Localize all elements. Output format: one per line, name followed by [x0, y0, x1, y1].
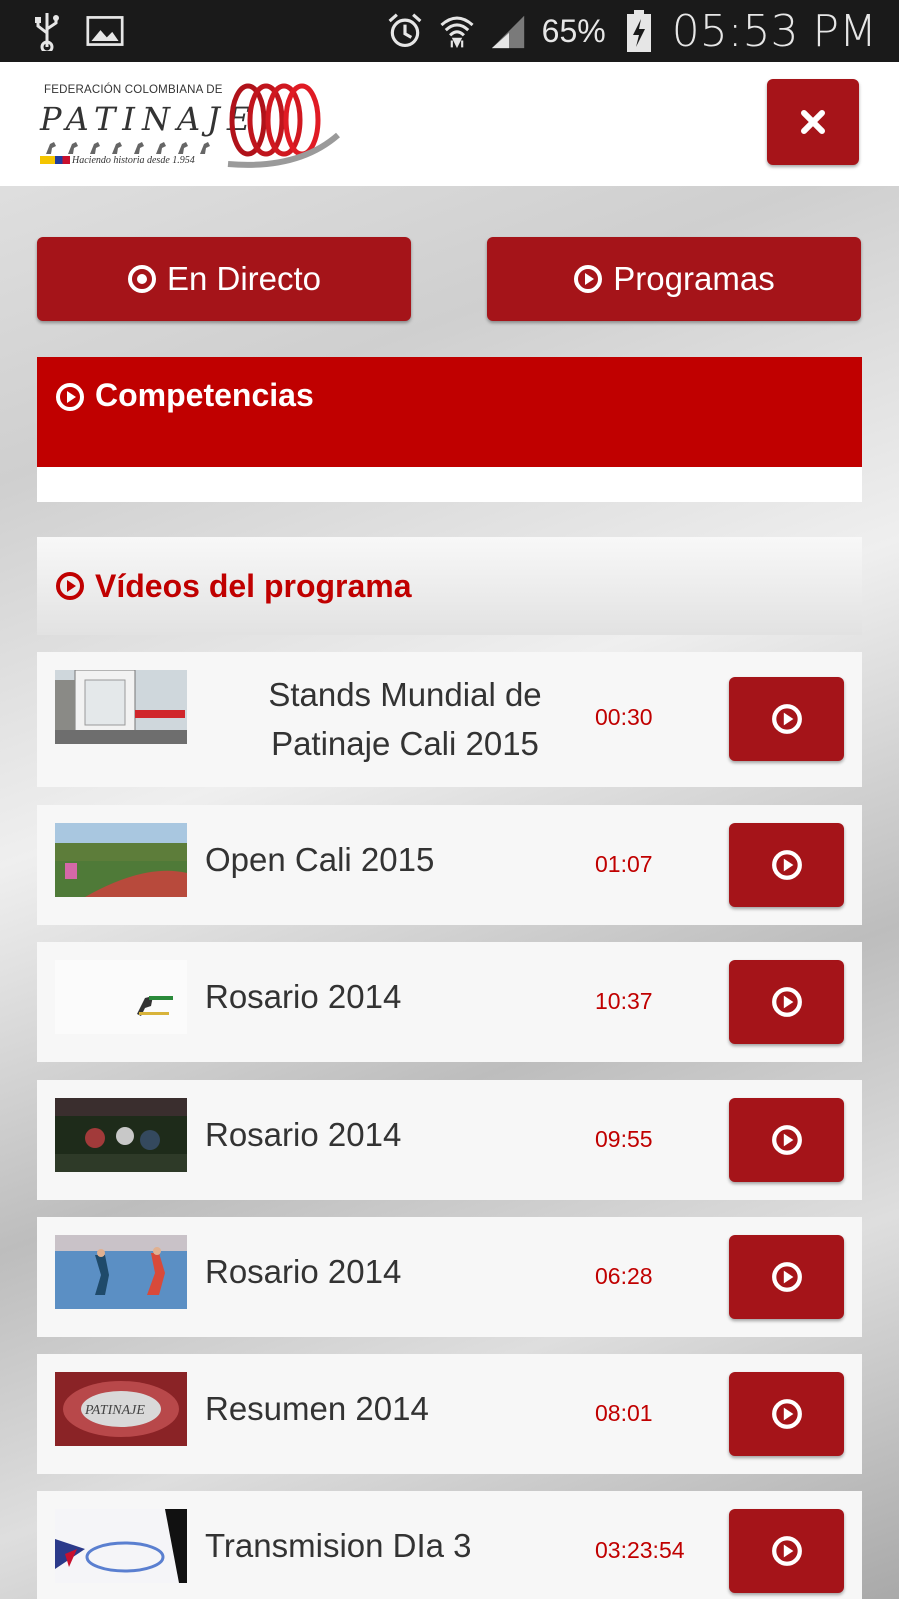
- play-button[interactable]: [729, 1098, 844, 1182]
- play-circle-icon: [573, 264, 603, 294]
- video-item[interactable]: Stands Mundial de Patinaje Cali 2015 00:…: [37, 652, 862, 787]
- close-button[interactable]: [767, 79, 859, 165]
- video-thumbnail[interactable]: [55, 960, 187, 1034]
- video-item[interactable]: Rosario 2014 10:37: [37, 942, 862, 1062]
- battery-icon: [620, 10, 658, 52]
- federation-logo[interactable]: FEDERACIÓN COLOMBIANA DE PATINAJE Hacien…: [38, 76, 348, 172]
- rings-logo-icon: [227, 83, 340, 168]
- video-item[interactable]: Transmision DIa 3 03:23:54: [37, 1491, 862, 1599]
- competencias-header[interactable]: Competencias: [37, 357, 862, 467]
- video-title: Stands Mundial de Patinaje Cali 2015: [268, 676, 542, 762]
- video-title: Resumen 2014: [205, 1390, 429, 1427]
- competencias-body: [37, 467, 862, 502]
- play-circle-icon: [771, 987, 802, 1017]
- video-thumbnail[interactable]: [55, 1098, 187, 1172]
- video-thumbnail[interactable]: [55, 1235, 187, 1309]
- play-circle-icon: [771, 1536, 802, 1566]
- video-duration: 08:01: [595, 1400, 653, 1426]
- app-header: FEDERACIÓN COLOMBIANA DE PATINAJE Hacien…: [0, 62, 899, 186]
- video-duration: 00:30: [595, 704, 653, 730]
- clock: 05:53 PM: [671, 5, 877, 57]
- play-circle-icon: [771, 1262, 802, 1292]
- play-button[interactable]: [729, 677, 844, 761]
- skaters-icon: [46, 142, 210, 154]
- wifi-icon: [438, 12, 476, 50]
- signal-icon: [490, 12, 528, 50]
- close-icon: [801, 110, 825, 134]
- video-item[interactable]: Open Cali 2015 01:07: [37, 805, 862, 925]
- svg-text:PATINAJE: PATINAJE: [84, 1403, 145, 1418]
- play-button[interactable]: [729, 960, 844, 1044]
- logo-tagline: Haciendo historia desde 1.954: [72, 155, 195, 166]
- video-item[interactable]: Rosario 2014 06:28: [37, 1217, 862, 1337]
- video-thumbnail[interactable]: [55, 670, 187, 744]
- colombia-flag: [40, 156, 70, 164]
- video-title: Rosario 2014: [205, 1253, 402, 1290]
- programs-button[interactable]: Programas: [487, 237, 861, 321]
- play-circle-icon: [771, 1399, 802, 1429]
- video-duration: 10:37: [595, 988, 653, 1014]
- play-circle-icon: [55, 382, 85, 412]
- video-title: Rosario 2014: [205, 1116, 402, 1153]
- videos-title: Vídeos del programa: [95, 567, 412, 604]
- videos-header: Vídeos del programa: [37, 537, 862, 635]
- play-button[interactable]: [729, 1509, 844, 1593]
- play-button[interactable]: [729, 1372, 844, 1456]
- play-circle-icon: [771, 704, 802, 734]
- play-button[interactable]: [729, 1235, 844, 1319]
- video-thumbnail[interactable]: [55, 823, 187, 897]
- video-thumbnail[interactable]: PATINAJE: [55, 1372, 187, 1446]
- video-duration: 01:07: [595, 851, 653, 877]
- play-circle-icon: [771, 1125, 802, 1155]
- play-circle-icon: [55, 571, 85, 601]
- video-title: Open Cali 2015: [205, 841, 435, 878]
- video-title: Rosario 2014: [205, 978, 402, 1015]
- dot-circle-icon: [127, 264, 157, 294]
- usb-icon: [28, 12, 66, 51]
- play-circle-icon: [771, 850, 802, 880]
- video-title: Transmision DIa 3: [205, 1527, 472, 1564]
- video-item[interactable]: Rosario 2014 09:55: [37, 1080, 862, 1200]
- video-duration: 06:28: [595, 1263, 653, 1289]
- alarm-icon: [386, 12, 424, 50]
- video-item[interactable]: PATINAJE Resumen 2014 08:01: [37, 1354, 862, 1474]
- live-button[interactable]: En Directo: [37, 237, 411, 321]
- logo-top-text: FEDERACIÓN COLOMBIANA DE: [44, 84, 223, 96]
- video-duration: 09:55: [595, 1126, 653, 1152]
- live-button-label: En Directo: [166, 260, 322, 297]
- programs-button-label: Programas: [613, 260, 775, 297]
- video-thumbnail[interactable]: [55, 1509, 187, 1583]
- status-bar: 65% 05:53 PM: [0, 0, 899, 62]
- play-button[interactable]: [729, 823, 844, 907]
- image-icon: [86, 12, 124, 50]
- battery-percent: 65%: [541, 12, 606, 49]
- video-duration: 03:23:54: [595, 1537, 685, 1563]
- competencias-title: Competencias: [95, 377, 314, 413]
